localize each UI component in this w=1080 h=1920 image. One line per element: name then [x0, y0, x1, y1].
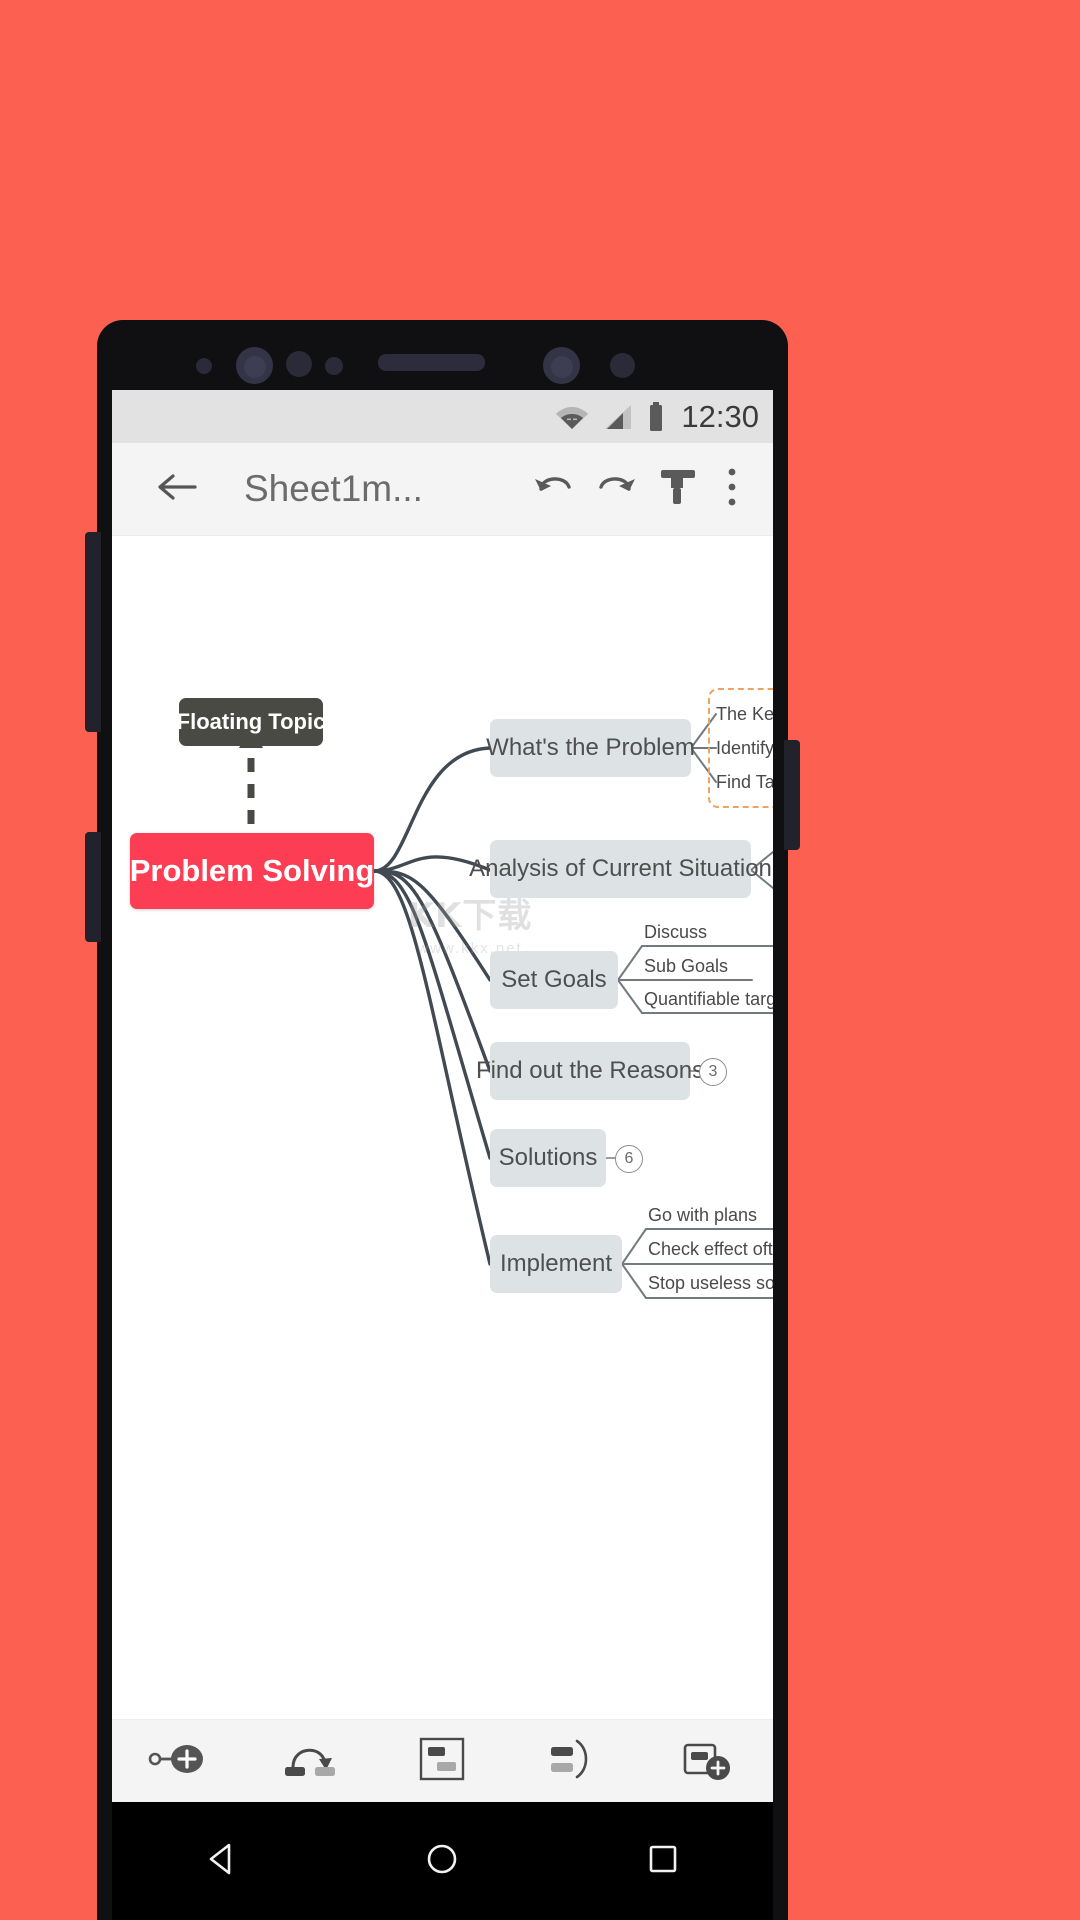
sensor-dot-icon	[196, 358, 212, 374]
theme-brush-icon	[657, 465, 699, 514]
earpiece-speaker	[378, 354, 485, 371]
subnode-identify-the-problem[interactable]: Identify the Problem	[716, 734, 773, 762]
power-button[interactable]	[784, 740, 800, 850]
mindmap-canvas[interactable]: KK下载 www.kkx.net Floating Topic Problem …	[112, 536, 773, 1719]
subnode-go-with-plans[interactable]: Go with plans	[648, 1201, 773, 1229]
node-label: Check effect often	[648, 1238, 773, 1259]
more-vertical-icon	[726, 465, 738, 514]
back-arrow-icon	[156, 471, 198, 508]
node-label: Go with plans	[648, 1204, 758, 1225]
sensor-dot-icon	[325, 357, 343, 375]
redo-button[interactable]	[585, 458, 647, 520]
add-subtopic-button[interactable]	[133, 1727, 223, 1797]
node-label: Implement	[499, 1250, 613, 1277]
editor-bottom-toolbar	[112, 1719, 773, 1802]
add-floating-topic-button[interactable]	[662, 1727, 752, 1797]
nav-recents-square-icon	[647, 1843, 679, 1880]
nav-back-triangle-icon	[205, 1841, 239, 1882]
app-toolbar: Sheet1m...	[112, 443, 773, 536]
node-set-goals[interactable]: Set Goals	[490, 951, 618, 1009]
insert-boundary-icon	[417, 1735, 467, 1788]
subnode-quantifiable-targets[interactable]: Quantifiable targets	[644, 985, 773, 1013]
node-label: Find Target Point	[716, 771, 773, 792]
add-floating-topic-icon	[680, 1735, 734, 1788]
node-whats-the-problem[interactable]: What's the Problem	[486, 719, 695, 777]
insert-boundary-button[interactable]	[397, 1727, 487, 1797]
volume-down-button[interactable]	[85, 832, 101, 942]
add-relationship-button[interactable]	[265, 1727, 355, 1797]
phone-screen: 12:30 Sheet1m... KK下载 www.kkx.net Floati…	[112, 390, 773, 1802]
node-label: The Key Point	[716, 703, 773, 724]
battery-icon	[647, 401, 665, 432]
overflow-menu-button[interactable]	[709, 458, 755, 520]
front-camera-lens-icon	[244, 356, 266, 378]
subnode-stop-useless-solutions[interactable]: Stop useless solutions	[648, 1269, 773, 1297]
nav-recents-button[interactable]	[623, 1821, 703, 1901]
node-label: Discuss	[644, 921, 708, 942]
node-label: Floating Topic	[176, 709, 326, 734]
node-label: Identify the Problem	[716, 737, 773, 758]
node-analysis-of-current-situation[interactable]: Analysis of Current Situation	[469, 840, 772, 898]
add-summary-button[interactable]	[530, 1727, 620, 1797]
page-title[interactable]: Sheet1m...	[244, 468, 423, 510]
node-label: Solutions	[498, 1144, 598, 1171]
node-label: Quantifiable targets	[644, 988, 773, 1009]
subnode-find-target-point[interactable]: Find Target Point	[716, 768, 773, 796]
status-bar-clock: 12:30	[681, 398, 759, 434]
back-button[interactable]	[146, 458, 208, 520]
android-navigation-bar	[112, 1802, 773, 1920]
subnode-sub-goals[interactable]: Sub Goals	[644, 952, 773, 980]
wifi-icon	[555, 404, 589, 430]
node-find-out-the-reasons[interactable]: Find out the Reasons	[476, 1042, 704, 1100]
screenshot-root: 12:30 Sheet1m... KK下载 www.kkx.net Floati…	[0, 0, 1080, 1920]
subnode-the-key-point[interactable]: The Key Point	[716, 700, 773, 728]
nav-home-circle-icon	[425, 1842, 459, 1881]
node-label: Stop useless solutions	[648, 1272, 773, 1293]
node-central-topic[interactable]: Problem Solving	[130, 833, 374, 909]
badge-find-out-the-reasons[interactable]: 3	[699, 1058, 727, 1086]
sensor-dot-icon	[610, 353, 635, 378]
undo-icon	[531, 467, 577, 512]
badge-solutions[interactable]: 6	[615, 1145, 643, 1173]
subnode-discuss[interactable]: Discuss	[644, 918, 773, 946]
volume-up-button[interactable]	[85, 532, 101, 732]
node-implement[interactable]: Implement	[490, 1235, 622, 1293]
node-label: Problem Solving	[129, 853, 375, 888]
redo-icon	[593, 467, 639, 512]
node-label: What's the Problem	[486, 734, 695, 761]
add-subtopic-icon	[147, 1739, 209, 1784]
add-relationship-icon	[279, 1737, 341, 1786]
phone-device: 12:30 Sheet1m... KK下载 www.kkx.net Floati…	[85, 320, 800, 1920]
node-label: Set Goals	[501, 966, 607, 993]
node-floating-topic[interactable]: Floating Topic	[176, 698, 326, 746]
front-camera-lens-icon	[551, 356, 573, 378]
add-summary-icon	[547, 1735, 603, 1788]
nav-home-button[interactable]	[402, 1821, 482, 1901]
node-solutions[interactable]: Solutions	[490, 1129, 606, 1187]
subnode-check-effect-often[interactable]: Check effect often	[648, 1235, 773, 1263]
signal-icon	[603, 404, 633, 430]
theme-button[interactable]	[647, 458, 709, 520]
node-label: Sub Goals	[644, 955, 729, 976]
nav-back-button[interactable]	[182, 1821, 262, 1901]
sensor-dot-icon	[286, 351, 312, 377]
node-label: Analysis of Current Situation	[469, 855, 772, 882]
status-bar: 12:30	[112, 390, 773, 443]
undo-button[interactable]	[523, 458, 585, 520]
node-label: Find out the Reasons	[475, 1057, 705, 1084]
